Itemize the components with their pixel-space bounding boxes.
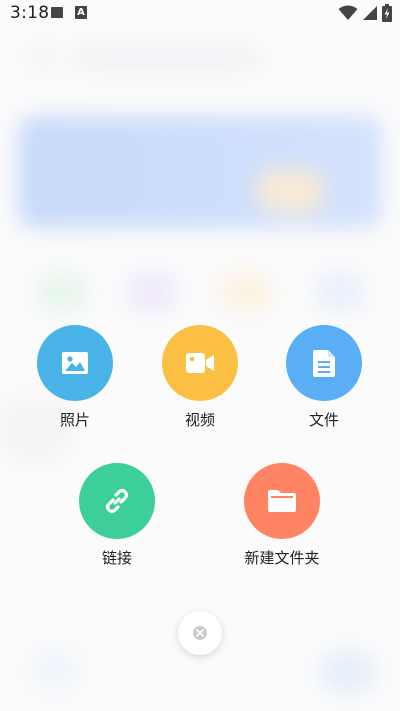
file-button[interactable]: [286, 325, 362, 401]
file-action[interactable]: 文件: [269, 325, 379, 430]
link-action[interactable]: 链接: [62, 463, 172, 568]
new-folder-label: 新建文件夹: [244, 549, 320, 567]
image-icon: [62, 352, 88, 374]
image-icon: [51, 7, 63, 18]
photo-button[interactable]: [37, 325, 113, 401]
status-bar: 3:18 A: [0, 0, 400, 26]
signal-icon: [363, 6, 377, 20]
photo-label: 照片: [59, 411, 90, 429]
file-label: 文件: [308, 411, 339, 429]
link-button[interactable]: [79, 463, 155, 539]
document-icon: [313, 349, 335, 377]
video-action[interactable]: 视频: [145, 325, 255, 430]
battery-charging-icon: [382, 4, 392, 22]
wifi-icon: [338, 5, 358, 20]
link-icon: [105, 488, 129, 514]
folder-icon: [268, 490, 296, 512]
video-label: 视频: [184, 411, 215, 429]
close-button[interactable]: [178, 611, 222, 655]
close-icon: [193, 626, 207, 640]
video-camera-icon: [186, 353, 214, 373]
new-folder-action[interactable]: 新建文件夹: [227, 463, 337, 568]
video-button[interactable]: [162, 325, 238, 401]
status-time: 3:18: [10, 3, 50, 23]
link-label: 链接: [101, 549, 132, 567]
photo-action[interactable]: 照片: [20, 325, 130, 430]
a-badge-icon: A: [75, 6, 87, 19]
new-folder-button[interactable]: [244, 463, 320, 539]
